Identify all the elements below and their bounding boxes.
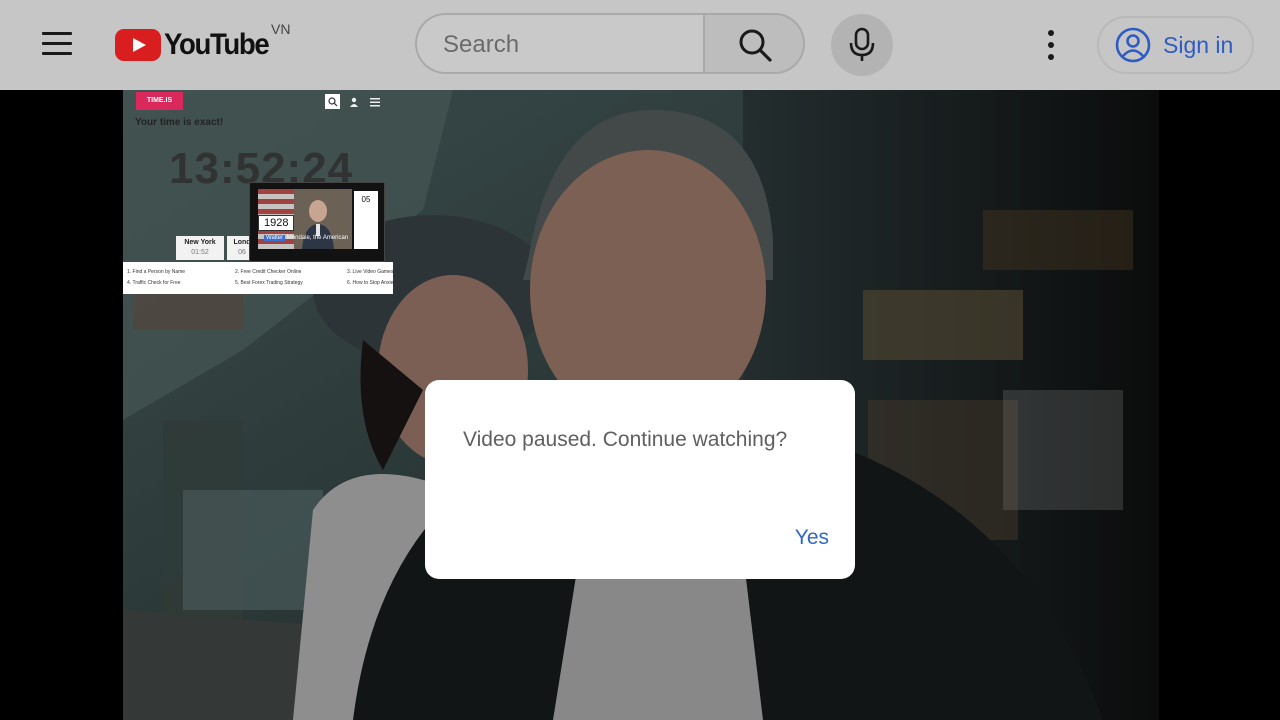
search-button[interactable] bbox=[703, 13, 805, 74]
menu-icon[interactable] bbox=[367, 94, 382, 109]
sponsored-link[interactable]: 2. Free Credit Checker Online bbox=[235, 269, 301, 275]
logo-text: YouTube bbox=[164, 28, 270, 61]
youtube-play-icon bbox=[115, 29, 161, 61]
city-time: 01:52 bbox=[191, 249, 209, 256]
sponsored-link[interactable]: 3. Live Video Games bbox=[347, 269, 393, 275]
sponsored-link[interactable]: 5. Best Forex Trading Strategy bbox=[235, 280, 303, 286]
embedded-site-overlay[interactable]: TIME.IS Your time is exact! 13:52:24 New… bbox=[123, 90, 397, 294]
search-icon[interactable] bbox=[325, 94, 340, 109]
exact-time-heading: Your time is exact! bbox=[135, 117, 224, 128]
account-circle-icon bbox=[1115, 27, 1151, 63]
thumbnail-caption: Walter Mondale, the American bbox=[264, 235, 348, 241]
caption-rest: Mondale, the American bbox=[285, 235, 349, 241]
caption-highlight: Walter bbox=[264, 235, 286, 241]
sponsored-link[interactable]: 4. Traffic Check for Free bbox=[127, 280, 181, 286]
sponsored-link[interactable]: 1. Find a Person by Name bbox=[127, 269, 185, 275]
city-name: New York bbox=[184, 239, 216, 246]
hamburger-menu-icon[interactable] bbox=[42, 32, 72, 56]
search-icon bbox=[739, 29, 772, 62]
sign-in-button[interactable]: Sign in bbox=[1097, 16, 1254, 74]
vertical-dots-icon[interactable] bbox=[1040, 28, 1062, 62]
user-icon[interactable] bbox=[346, 94, 361, 109]
microphone-icon bbox=[849, 27, 875, 61]
sponsored-link[interactable]: 6. How to Stop Anxiety bbox=[347, 280, 397, 286]
thumbnail-side-number: 05 bbox=[354, 191, 378, 249]
pause-dialog: Video paused. Continue watching? Yes bbox=[425, 380, 855, 579]
dialog-message: Video paused. Continue watching? bbox=[463, 428, 788, 451]
sign-in-label: Sign in bbox=[1163, 31, 1234, 58]
youtube-logo[interactable]: YouTube bbox=[115, 28, 277, 62]
yes-button[interactable]: Yes bbox=[769, 522, 829, 554]
country-code: VN bbox=[271, 21, 291, 37]
city-clock-new-york[interactable]: New York 01:52 bbox=[176, 236, 224, 260]
person-image bbox=[302, 200, 334, 249]
search-input[interactable] bbox=[441, 15, 685, 74]
masthead: YouTube VN Sign in bbox=[0, 0, 1280, 90]
year-label: 1928 bbox=[258, 215, 295, 231]
embedded-site-header: TIME.IS Your time is exact! 13:52:24 New… bbox=[123, 90, 393, 262]
video-ad-thumbnail[interactable]: 1928 Walter Mondale, the American 05 bbox=[249, 182, 385, 262]
voice-search-button[interactable] bbox=[831, 14, 893, 76]
sponsored-links: 1. Find a Person by Name 2. Free Credit … bbox=[123, 262, 397, 294]
timeis-logo[interactable]: TIME.IS bbox=[136, 92, 183, 110]
search-box[interactable] bbox=[415, 13, 703, 74]
